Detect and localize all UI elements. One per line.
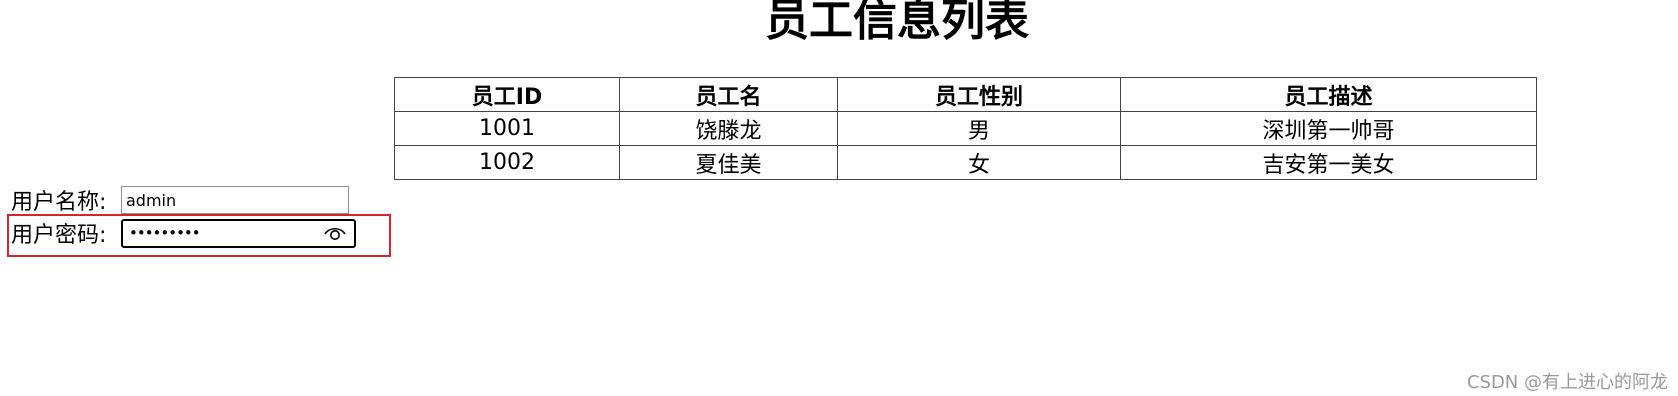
cell-employee-id: 1002 <box>394 145 620 180</box>
table-row: 1001 饶滕龙 男 深圳第一帅哥 <box>394 111 1537 146</box>
column-header-employee-gender: 员工性别 <box>837 77 1121 112</box>
password-masked-value: ••••••••• <box>129 223 201 242</box>
table-row: 1002 夏佳美 女 吉安第一美女 <box>394 145 1537 180</box>
table-header-row: 员工ID 员工名 员工性别 员工描述 <box>394 77 1537 112</box>
page: 员工信息列表 员工ID 员工名 员工性别 员工描述 1001 饶滕龙 男 深圳第… <box>0 0 1678 396</box>
username-label: 用户名称: <box>11 190 107 215</box>
cell-employee-gender: 男 <box>837 111 1121 146</box>
password-row: 用户密码: ••••••••• <box>11 218 356 248</box>
page-title: 员工信息列表 <box>765 0 1029 46</box>
username-input[interactable] <box>121 186 349 214</box>
cell-employee-name: 饶滕龙 <box>619 111 838 146</box>
eye-icon[interactable] <box>324 225 346 242</box>
password-label: 用户密码: <box>11 223 107 248</box>
watermark: CSDN @有上进心的阿龙 <box>1466 372 1668 393</box>
cell-employee-gender: 女 <box>837 145 1121 180</box>
employee-table: 员工ID 员工名 员工性别 员工描述 1001 饶滕龙 男 深圳第一帅哥 100… <box>394 77 1537 180</box>
cell-employee-name: 夏佳美 <box>619 145 838 180</box>
password-input[interactable]: ••••••••• <box>121 218 356 248</box>
column-header-employee-name: 员工名 <box>619 77 838 112</box>
username-row: 用户名称: <box>11 185 349 215</box>
column-header-employee-id: 员工ID <box>394 77 620 112</box>
cell-employee-description: 吉安第一美女 <box>1120 145 1537 180</box>
column-header-employee-description: 员工描述 <box>1120 77 1537 112</box>
cell-employee-id: 1001 <box>394 111 620 146</box>
cell-employee-description: 深圳第一帅哥 <box>1120 111 1537 146</box>
